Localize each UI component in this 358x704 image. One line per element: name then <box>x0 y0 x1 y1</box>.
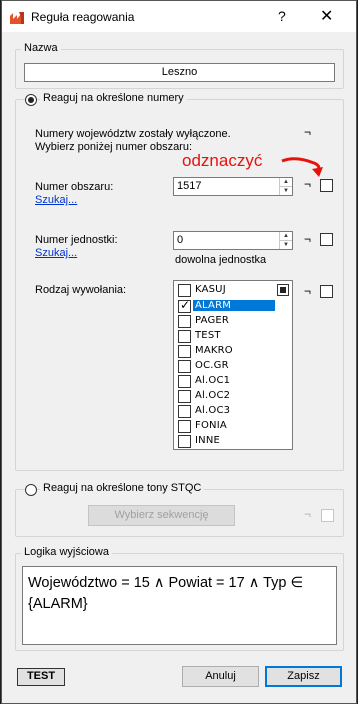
save-button-label: Zapisz <box>287 670 320 682</box>
output-logic-box: Województwo = 15 ∧ Powiat = 17 ∧ Typ ∈ {… <box>22 566 337 645</box>
annotation-text: odznaczyć <box>182 151 263 170</box>
area-search-link[interactable]: Szukaj... <box>35 194 77 206</box>
call-type-label-text: ALARM <box>193 300 275 311</box>
unit-search-link[interactable]: Szukaj... <box>35 247 77 259</box>
call-type-label-text: MAKRO <box>195 345 233 356</box>
name-group-legend: Nazwa <box>21 42 61 54</box>
output-logic-text: Województwo = 15 ∧ Powiat = 17 ∧ Typ ∈ {… <box>28 575 304 612</box>
cancel-button-label: Anuluj <box>205 670 236 682</box>
call-type-item[interactable]: ALARM <box>175 298 291 314</box>
stqc-negation-symbol: ¬ <box>304 507 312 521</box>
call-type-label-text: FONIA <box>195 420 227 431</box>
area-number-input[interactable]: 1517 ▲ ▼ <box>173 177 293 196</box>
cancel-button[interactable]: Anuluj <box>182 666 259 687</box>
unit-number-spinner[interactable]: ▲ ▼ <box>279 232 292 249</box>
numbers-radio-label[interactable]: Reaguj na określone numery <box>40 92 187 104</box>
test-button[interactable]: TEST <box>17 668 65 686</box>
call-type-item[interactable]: Al.OC3 <box>175 404 291 419</box>
window-title: Reguła reagowania <box>31 10 135 24</box>
call-type-negation-checkbox[interactable] <box>320 285 333 298</box>
call-type-item[interactable]: Al.OC2 <box>175 389 291 404</box>
call-type-checkbox[interactable] <box>178 360 191 373</box>
title-bar: Reguła reagowania ? ✕ <box>2 1 356 32</box>
tristate-checkbox-icon[interactable] <box>277 284 289 296</box>
stqc-radio-label[interactable]: Reaguj na określone tony STQC <box>40 482 205 494</box>
call-type-label-text: Al.OC3 <box>195 405 231 416</box>
unit-negation-symbol: ¬ <box>304 232 312 246</box>
call-type-negation-symbol: ¬ <box>304 284 312 298</box>
call-type-item[interactable]: TEST <box>175 329 291 344</box>
call-type-checkbox[interactable] <box>178 345 191 358</box>
save-button[interactable]: Zapisz <box>265 666 342 687</box>
output-logic-legend: Logika wyjściowa <box>21 546 112 558</box>
call-type-checkbox[interactable] <box>178 298 191 313</box>
call-type-label-text: Al.OC2 <box>195 390 231 401</box>
negation-symbol: ¬ <box>304 125 312 139</box>
call-type-checkbox[interactable] <box>178 405 191 418</box>
name-group: Nazwa Leszno <box>15 42 344 89</box>
call-type-label-text: OC.GR <box>195 360 229 371</box>
call-type-item[interactable]: PAGER <box>175 314 291 329</box>
call-type-checkbox[interactable] <box>178 315 191 328</box>
call-type-checkbox[interactable] <box>178 330 191 343</box>
unit-hint: dowolna jednostka <box>175 254 267 266</box>
info-line-1: Numery województw zostały wyłączone. <box>35 128 231 140</box>
call-type-checkbox[interactable] <box>178 420 191 433</box>
area-negation-symbol: ¬ <box>304 177 312 191</box>
close-button[interactable]: ✕ <box>320 6 333 26</box>
select-sequence-button[interactable]: Wybierz sekwencję <box>88 505 235 526</box>
area-negation-checkbox[interactable] <box>320 179 333 192</box>
call-type-checkbox[interactable] <box>178 390 191 403</box>
call-type-label-text: Al.OC1 <box>195 375 231 386</box>
call-type-checkbox[interactable] <box>178 435 191 448</box>
call-type-label-text: INNE <box>195 435 221 446</box>
call-type-label-text: PAGER <box>195 315 230 326</box>
dialog-window: Reguła reagowania ? ✕ Nazwa Leszno Reagu… <box>1 0 357 704</box>
call-type-item[interactable]: Al.OC1 <box>175 374 291 389</box>
call-type-item[interactable]: FONIA <box>175 419 291 434</box>
test-button-label: TEST <box>26 670 56 682</box>
numbers-radio[interactable] <box>25 94 37 106</box>
stqc-group: Reaguj na określone tony STQC Wybierz se… <box>15 482 344 537</box>
output-logic-group: Logika wyjściowa Województwo = 15 ∧ Powi… <box>15 546 344 651</box>
call-type-item[interactable]: MAKRO <box>175 344 291 359</box>
call-type-label-text: KASUJ <box>195 284 226 295</box>
select-sequence-button-label: Wybierz sekwencję <box>114 509 209 521</box>
help-button[interactable]: ? <box>278 8 286 24</box>
call-type-label: Rodzaj wywołania: <box>35 284 127 296</box>
area-number-label: Numer obszaru: <box>35 181 114 193</box>
call-type-checkbox[interactable] <box>178 284 191 297</box>
area-number-spinner[interactable]: ▲ ▼ <box>279 178 292 195</box>
unit-number-input[interactable]: 0 ▲ ▼ <box>173 231 293 250</box>
unit-number-label: Numer jednostki: <box>35 234 118 246</box>
call-type-label-text: TEST <box>195 330 221 341</box>
unit-number-value: 0 <box>177 234 184 246</box>
call-type-checkbox[interactable] <box>178 375 191 388</box>
stqc-negation-checkbox[interactable] <box>321 509 334 522</box>
name-field-value: Leszno <box>161 66 198 78</box>
area-number-value: 1517 <box>177 180 202 192</box>
call-type-item[interactable]: OC.GR <box>175 359 291 374</box>
unit-negation-checkbox[interactable] <box>320 233 333 246</box>
app-icon <box>10 12 24 24</box>
info-line-2: Wybierz poniżej numer obszaru: <box>35 141 193 153</box>
call-type-list[interactable]: KASUJ ALARM PAGER TEST MAKRO OC.GR Al.OC… <box>173 280 293 450</box>
stqc-radio[interactable] <box>25 484 37 496</box>
call-type-item[interactable]: INNE <box>175 434 291 449</box>
name-field[interactable]: Leszno <box>24 63 335 82</box>
call-type-item[interactable]: KASUJ <box>175 283 291 298</box>
